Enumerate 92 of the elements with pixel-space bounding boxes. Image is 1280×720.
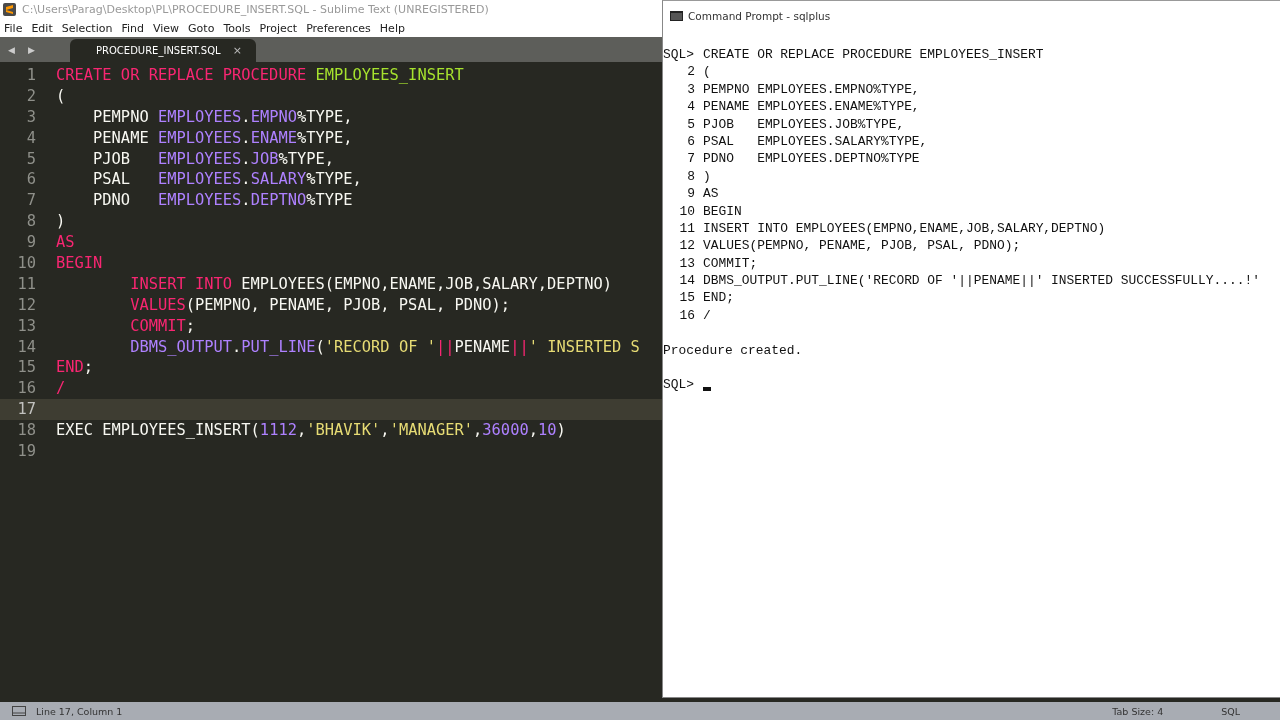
console-line: PEMPNO EMPLOYEES.EMPNO%TYPE, — [703, 80, 920, 99]
line-number: 15 — [678, 289, 695, 307]
console-line: BEGIN — [703, 202, 742, 220]
menu-item[interactable]: Preferences — [306, 21, 371, 35]
code-line: / — [56, 378, 66, 400]
line-number: 13 — [678, 254, 695, 273]
line-number: 9 — [686, 185, 695, 203]
line-number: 1 — [25, 65, 36, 86]
console-line: COMMIT; — [703, 254, 758, 273]
line-number: 14 — [678, 272, 695, 290]
code-line: PJOB EMPLOYEES.JOB%TYPE, — [92, 148, 335, 170]
line-number: 6 — [25, 169, 36, 191]
code-line: INSERT INTO EMPLOYEES(EMPNO,ENAME,JOB,SALARY,DEPTNO) — [129, 273, 612, 295]
line-number: 3 — [686, 80, 695, 99]
line-number: 8 — [25, 211, 36, 233]
code-line: BEGIN — [56, 253, 103, 274]
line-number: 16 — [678, 306, 695, 325]
line-number: 2 — [25, 85, 36, 107]
console-line: AS — [703, 185, 719, 203]
line-number: 18 — [16, 420, 36, 442]
code-line: END; — [56, 357, 94, 379]
line-number: 11 — [16, 273, 36, 295]
console-line: INSERT INTO EMPLOYEES(EMPNO,ENAME,JOB,SALARY,DEPTNO) — [703, 219, 1106, 238]
menu-item[interactable]: Goto — [188, 21, 215, 35]
console-line: PJOB EMPLOYEES.JOB%TYPE, — [703, 115, 905, 133]
line-number: 4 — [25, 127, 36, 149]
line-number: 15 — [16, 357, 36, 379]
line-number: 3 — [25, 106, 36, 128]
file-tab[interactable]: PROCEDURE_INSERT.SQL × — [70, 39, 256, 62]
line-number: 9 — [25, 232, 36, 253]
code-line: AS — [56, 232, 75, 253]
line-number: 13 — [16, 315, 36, 337]
code-line: ) — [56, 211, 66, 233]
console-icon — [670, 11, 683, 21]
line-number: 11 — [678, 219, 695, 238]
code-line: CREATE OR REPLACE PROCEDURE EMPLOYEES_INSERT — [56, 65, 464, 86]
menu-item[interactable]: View — [153, 21, 180, 35]
menu-item[interactable]: Project — [259, 21, 298, 35]
console-line: / — [703, 306, 711, 325]
menu-item[interactable]: Help — [379, 21, 405, 35]
menu-item[interactable]: Edit — [31, 21, 53, 35]
code-line: VALUES(PEMPNO, PENAME, PJOB, PSAL, PDNO); — [129, 294, 511, 316]
console-line: VALUES(PEMPNO, PENAME, PJOB, PSAL, PDNO); — [703, 237, 1021, 255]
line-number: 6 — [686, 132, 695, 151]
line-number: 12 — [16, 294, 36, 316]
line-number: 8 — [686, 167, 695, 186]
code-line: PSAL EMPLOYEES.SALARY%TYPE, — [92, 169, 362, 191]
menu-item[interactable]: Selection — [61, 21, 113, 35]
console-output: Procedure created. — [663, 341, 803, 360]
menu-item[interactable]: Tools — [223, 21, 251, 35]
console-line: PENAME EMPLOYEES.ENAME%TYPE, — [703, 98, 920, 116]
code-line: PENAME EMPLOYEES.ENAME%TYPE, — [92, 127, 353, 149]
tab-nav-arrow[interactable]: ◀ — [8, 37, 28, 62]
tab-size[interactable]: Tab Size: 4 — [1112, 705, 1164, 717]
code-line: ( — [56, 85, 66, 107]
line-number: 19 — [16, 441, 36, 462]
window-title: C:\Users\Parag\Desktop\PL\PROCEDURE_INSERT.SQL - Sublime Text (UNREGISTERED) — [22, 3, 489, 16]
code-line: PDNO EMPLOYEES.DEPTNO%TYPE — [92, 190, 353, 212]
close-icon[interactable]: × — [232, 44, 242, 57]
sql-prompt: SQL> — [663, 376, 695, 394]
code-line: EXEC EMPLOYEES_INSERT(1112,'BHAVIK','MANAGER',36000,10) — [56, 420, 566, 442]
sql-prompt: SQL> — [663, 46, 695, 64]
line-number: 10 — [678, 202, 695, 220]
line-number: 7 — [25, 190, 36, 212]
console-title: Command Prompt - sqlplus — [688, 10, 831, 22]
code-line: PEMPNO EMPLOYEES.EMPNO%TYPE, — [92, 106, 353, 128]
app-icon — [3, 3, 16, 16]
console-line: PSAL EMPLOYEES.SALARY%TYPE, — [703, 132, 928, 151]
console-line: END; — [703, 289, 734, 307]
line-number: 7 — [686, 150, 695, 168]
line-number: 5 — [25, 148, 36, 170]
line-number: 17 — [16, 399, 36, 421]
line-number: 10 — [16, 253, 36, 274]
line-number: 14 — [16, 336, 36, 358]
line-number: 2 — [686, 63, 695, 81]
line-number: 16 — [16, 378, 36, 400]
syntax-label[interactable]: SQL — [1221, 705, 1240, 717]
cursor-position: Line 17, Column 1 — [36, 705, 123, 717]
menu-item[interactable]: Find — [121, 21, 144, 35]
console-line: PDNO EMPLOYEES.DEPTNO%TYPE — [703, 150, 920, 168]
line-number: 5 — [686, 115, 695, 133]
panel-icon[interactable] — [12, 706, 26, 716]
code-line: DBMS_OUTPUT.PUT_LINE('RECORD OF '||PENAME||' INSERTED S — [129, 336, 640, 358]
console-line: ) — [703, 167, 711, 186]
console-line: DBMS_OUTPUT.PUT_LINE('RECORD OF '||PENAME||' INSERTED SUCCESSFULLY....!' — [703, 272, 1260, 290]
menu-item[interactable]: File — [4, 21, 23, 35]
console-line: ( — [703, 63, 711, 81]
tab-nav-arrow[interactable]: ▶ — [28, 37, 48, 62]
line-number: 12 — [678, 237, 695, 255]
console-line: CREATE OR REPLACE PROCEDURE EMPLOYEES_INSERT — [703, 46, 1044, 64]
line-number: 4 — [686, 98, 695, 116]
code-line: COMMIT; — [129, 315, 195, 337]
